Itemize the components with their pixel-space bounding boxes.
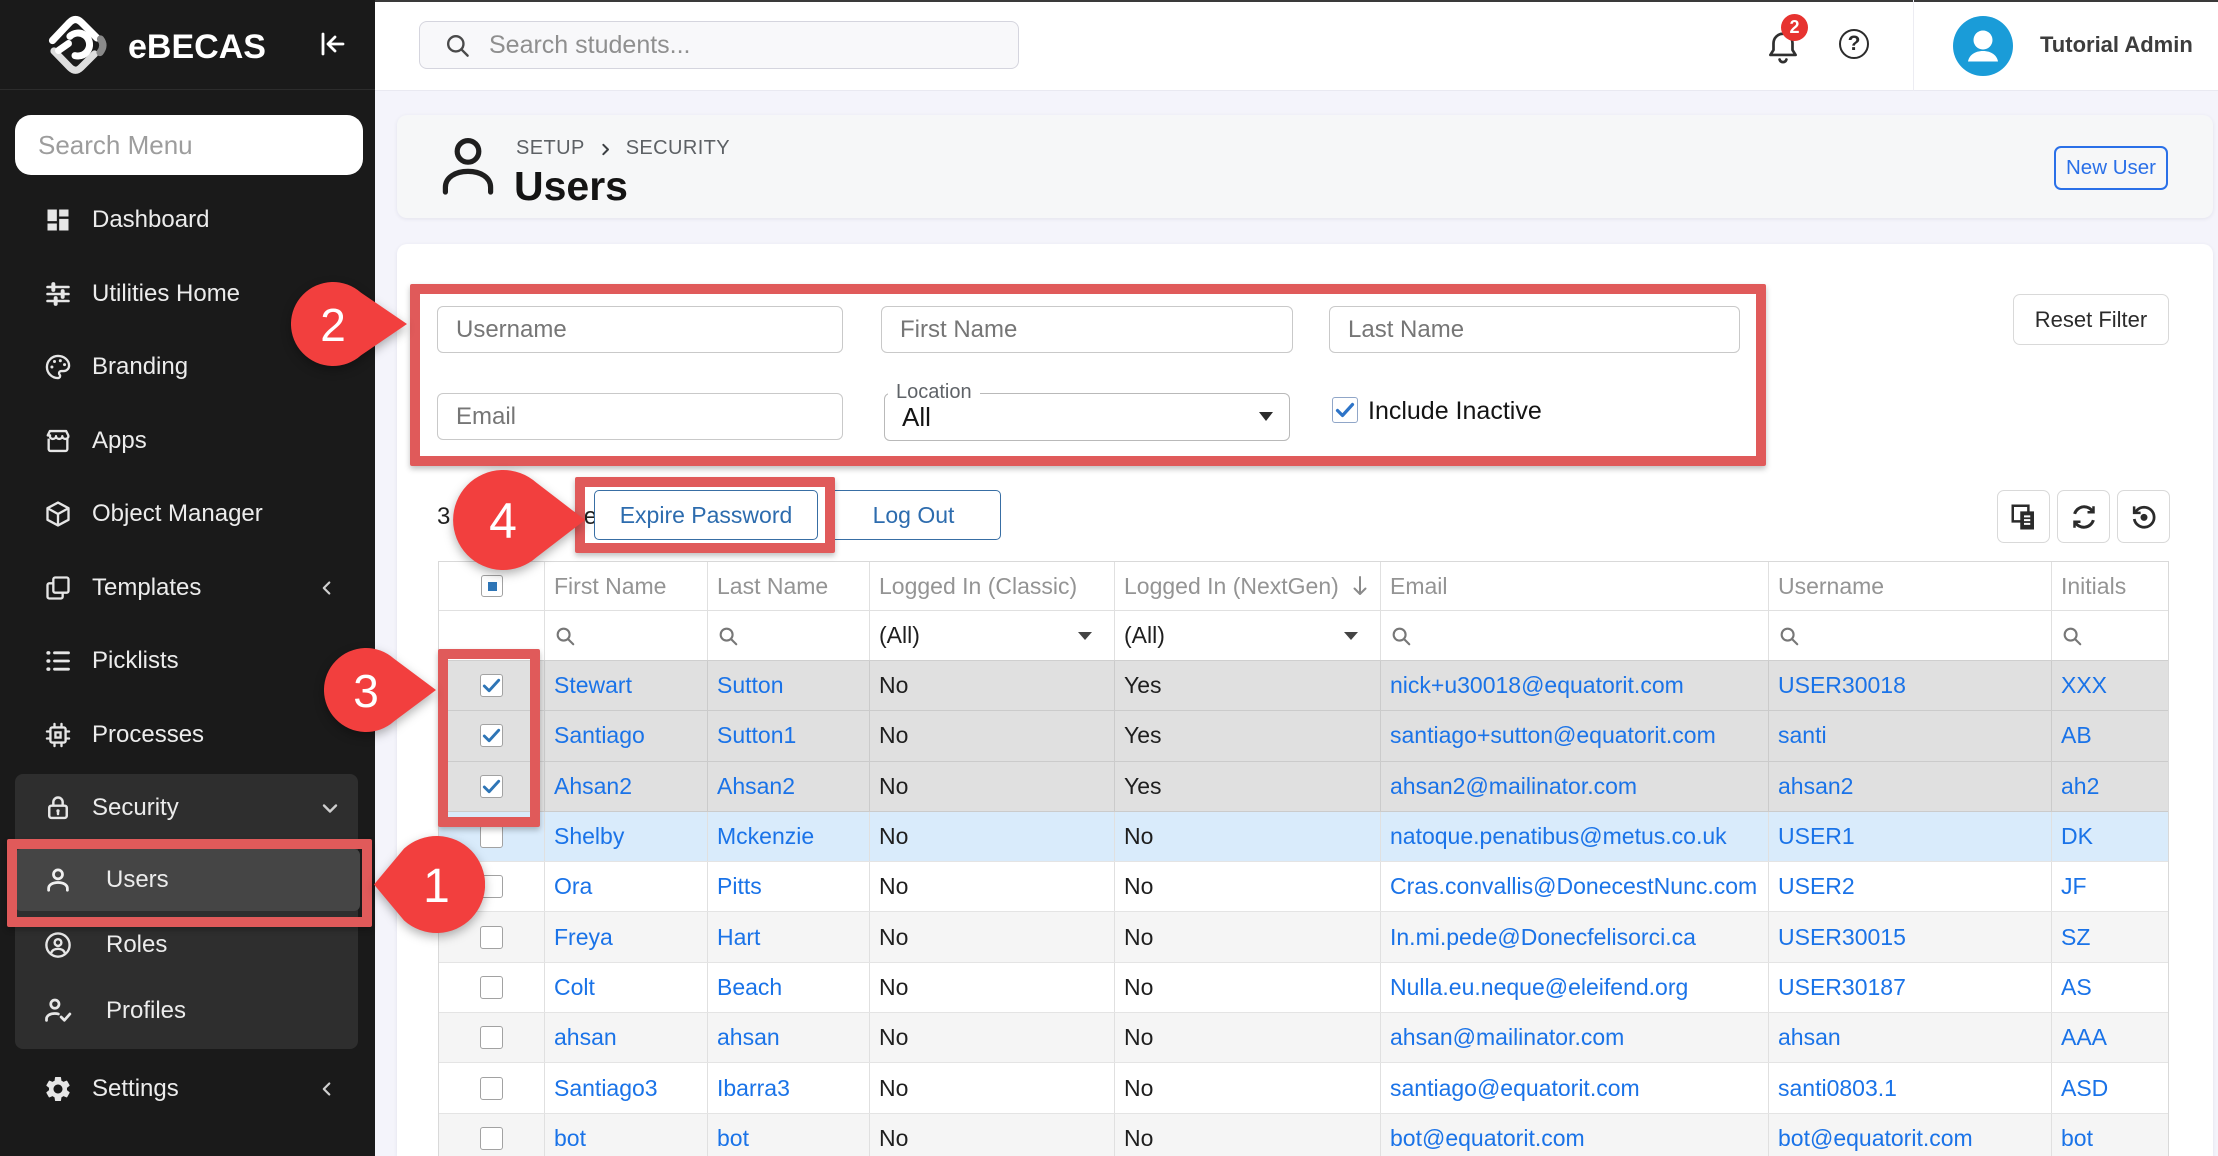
- svg-text:1: 1: [423, 860, 450, 913]
- svg-text:3: 3: [353, 665, 379, 717]
- svg-text:2: 2: [320, 299, 346, 351]
- svg-text:4: 4: [489, 493, 517, 549]
